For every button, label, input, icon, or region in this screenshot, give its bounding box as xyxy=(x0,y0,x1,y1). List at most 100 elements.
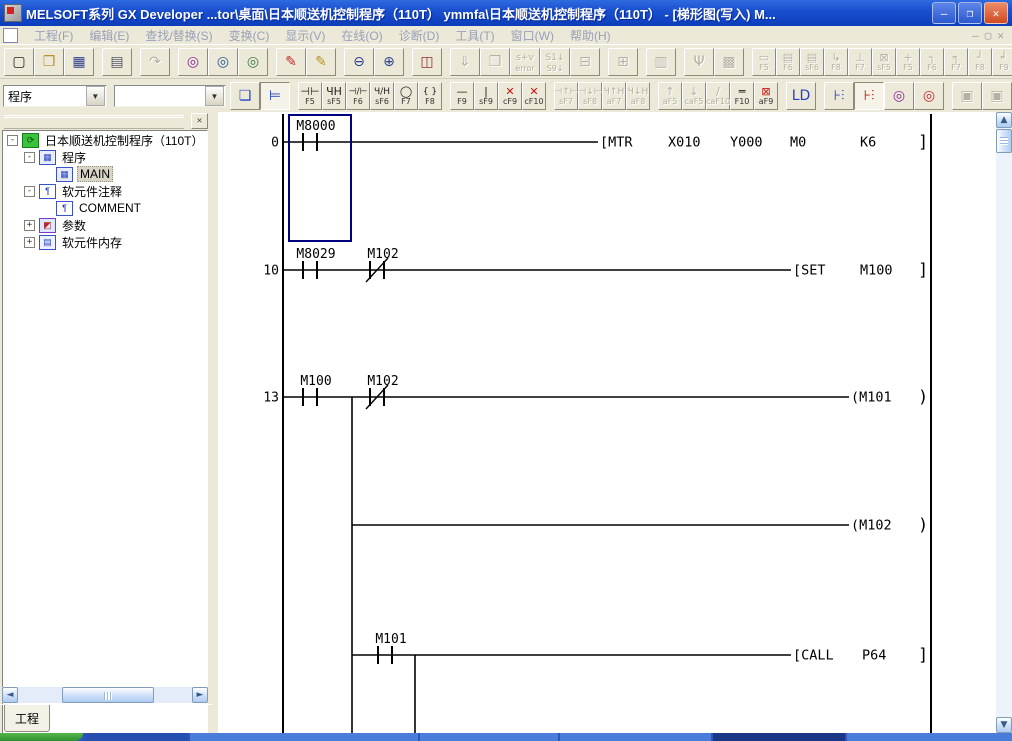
data-type-combobox[interactable]: 程序 ▼ xyxy=(3,85,107,107)
child-restore-button[interactable]: ▢ xyxy=(985,29,992,42)
ladder-editor[interactable]: 0M8000[MTRX010Y000M0K6]10M8029M102[SETM1… xyxy=(212,112,1002,733)
menu-item-6[interactable]: 诊断(D) xyxy=(391,28,448,44)
closed-contact-f6-button[interactable]: ⊣/⊢F6 xyxy=(346,82,370,110)
tree-expander-icon[interactable]: - xyxy=(7,135,18,146)
ladder-toolbar: 程序 ▼ ▼ ❏⊨ ⊣⊢F5ЧНsF5⊣/⊢F6Ч/НsF6◯F7{ }F8 —F9… xyxy=(0,78,1012,113)
hline-delete-cf9-button[interactable]: ✕cF9 xyxy=(498,82,522,110)
vline-delete-cf10-button[interactable]: ✕cF10 xyxy=(522,82,546,110)
menu-item-2[interactable]: 查找/替换(S) xyxy=(137,28,220,44)
tree-expander-icon[interactable]: - xyxy=(24,186,35,197)
title-bar[interactable]: MELSOFT系列 GX Developer ...tor\桌面\日本顺送机控制… xyxy=(0,0,1012,26)
save-project-icon: ▦ xyxy=(72,55,85,69)
combo-dropdown-icon[interactable]: ▼ xyxy=(205,86,224,106)
find-zoom-button[interactable]: ◎ xyxy=(884,82,914,110)
plc-verify-button: ❒ xyxy=(480,48,510,76)
find-group: ◎◎◎ xyxy=(178,48,268,76)
open-contact-f5-button[interactable]: ⊣⊢F5 xyxy=(298,82,322,110)
hline-f9-button[interactable]: —F9 xyxy=(450,82,474,110)
step-number-13: 13 xyxy=(263,391,279,406)
line-draw-f10-button[interactable]: ═F10 xyxy=(730,82,754,110)
child-close-button[interactable]: ✕ xyxy=(997,29,1004,42)
instruction-f8-button[interactable]: { }F8 xyxy=(418,82,442,110)
editor-scroll-thumb[interactable] xyxy=(996,129,1012,153)
open-project-button[interactable]: ❒ xyxy=(34,48,64,76)
find-contact-coil-button[interactable]: ❏ xyxy=(230,82,260,110)
start-button-fragment[interactable] xyxy=(0,733,83,741)
child-minimize-button[interactable]: — xyxy=(972,29,979,42)
write-mode-button[interactable]: ✎ xyxy=(306,48,336,76)
program-list-button: ▥ xyxy=(646,48,676,76)
find-instruction-button[interactable]: ◎ xyxy=(208,48,238,76)
pulse-up-af5-button: ↑aF5 xyxy=(658,82,682,110)
menu-item-0[interactable]: 工程(F) xyxy=(26,28,81,44)
zoom-in-button[interactable]: ⊕ xyxy=(374,48,404,76)
data-name-combobox[interactable]: ▼ xyxy=(114,85,226,107)
quick-launch-fragment[interactable] xyxy=(85,733,188,741)
new-project-button[interactable]: ▢ xyxy=(4,48,34,76)
menu-item-9[interactable]: 帮助(H) xyxy=(562,28,619,44)
tree-item-2[interactable]: ▦MAIN xyxy=(3,166,207,182)
comment-show-button[interactable]: ⊦⫶ xyxy=(824,82,854,110)
editor-vertical-scrollbar[interactable]: ▲ ▼ xyxy=(996,112,1012,733)
find-write-button[interactable]: ◎ xyxy=(914,82,944,110)
scroll-up-icon[interactable]: ▲ xyxy=(996,112,1012,128)
taskbar-item-active[interactable] xyxy=(713,733,845,741)
print-button[interactable]: ▤ xyxy=(102,48,132,76)
save-project-button[interactable]: ▦ xyxy=(64,48,94,76)
combo-dropdown-icon[interactable]: ▼ xyxy=(86,86,105,106)
taskbar-item-4[interactable] xyxy=(847,733,1012,741)
menu-item-4[interactable]: 显示(V) xyxy=(277,28,333,44)
ladder-list-convert-button[interactable]: LD xyxy=(786,82,816,110)
invert-caf10-button: ∕caF10 xyxy=(706,82,730,110)
statement-show-button[interactable]: ⊦⫶ xyxy=(854,82,884,110)
panel-drag-grip[interactable] xyxy=(4,115,184,131)
scroll-left-icon[interactable]: ◄ xyxy=(2,687,18,703)
tree-item-4[interactable]: ¶COMMENT xyxy=(3,200,207,216)
find-device-button[interactable]: ◎ xyxy=(178,48,208,76)
read-mode-button[interactable]: ✎ xyxy=(276,48,306,76)
tree-item-0[interactable]: -⟳日本顺送机控制程序（110T） xyxy=(3,132,207,148)
minimize-button[interactable]: — xyxy=(932,2,956,24)
tree-item-5[interactable]: +◩参数 xyxy=(3,217,207,233)
comment-display-button[interactable]: ◫ xyxy=(412,48,442,76)
panel-close-icon[interactable]: ✕ xyxy=(191,113,208,129)
coil-f7-button[interactable]: ◯F7 xyxy=(394,82,418,110)
tree-item-1[interactable]: -▦程序 xyxy=(3,149,207,165)
tree-horizontal-scrollbar[interactable]: ◄ ► xyxy=(2,687,208,703)
parallel-closed-sf6-button[interactable]: Ч/НsF6 xyxy=(370,82,394,110)
restore-button[interactable]: ❒ xyxy=(958,2,982,24)
monitor-group: ▣▣ xyxy=(952,82,1012,110)
tree-item-3[interactable]: -¶软元件注释 xyxy=(3,183,207,199)
step-trace-icon: S1↓ xyxy=(546,51,565,65)
tab-project[interactable]: 工程 xyxy=(4,705,50,732)
tree-expander-icon[interactable]: + xyxy=(24,220,35,231)
tree-expander-icon[interactable]: + xyxy=(24,237,35,248)
vline-sf9-button[interactable]: |sF9 xyxy=(474,82,498,110)
tree-item-6[interactable]: +▤软元件内存 xyxy=(3,234,207,250)
taskbar-item-3[interactable] xyxy=(560,733,711,741)
menu-item-7[interactable]: 工具(T) xyxy=(447,28,502,44)
taskbar-item-1[interactable] xyxy=(190,733,418,741)
line-delete-af9-button[interactable]: ⊠aF9 xyxy=(754,82,778,110)
menu-item-5[interactable]: 在线(O) xyxy=(333,28,390,44)
find-step-button[interactable]: ◎ xyxy=(238,48,268,76)
menu-item-3[interactable]: 变换(C) xyxy=(221,28,278,44)
scroll-down-icon[interactable]: ▼ xyxy=(996,717,1012,733)
menu-item-8[interactable]: 窗口(W) xyxy=(503,28,562,44)
instruction-text: [CALL xyxy=(793,648,834,664)
tree-expander-icon[interactable]: - xyxy=(24,152,35,163)
taskbar-item-2[interactable] xyxy=(420,733,558,741)
close-button[interactable]: ✕ xyxy=(984,2,1008,24)
project-data-list-button[interactable]: ⊨ xyxy=(260,82,290,110)
tree-scroll-thumb[interactable] xyxy=(62,687,154,703)
comment-folder-icon: ¶ xyxy=(39,184,56,199)
scroll-right-icon[interactable]: ► xyxy=(192,687,208,703)
child-window-icon[interactable] xyxy=(3,28,18,43)
macro-icon: Ψ xyxy=(693,55,704,69)
ladder-canvas[interactable]: 0M8000[MTRX010Y000M0K6]10M8029M102[SETM1… xyxy=(218,112,996,733)
pulse-contact-group: ⊣↑⊢sF7⊣↓⊢sF8Ч↑НaF7Ч↓НaF8 xyxy=(554,82,650,110)
menu-item-1[interactable]: 编辑(E) xyxy=(81,28,137,44)
zoom-out-button[interactable]: ⊖ xyxy=(344,48,374,76)
parallel-open-sf5-button[interactable]: ЧНsF5 xyxy=(322,82,346,110)
windows-taskbar[interactable] xyxy=(0,733,1012,741)
